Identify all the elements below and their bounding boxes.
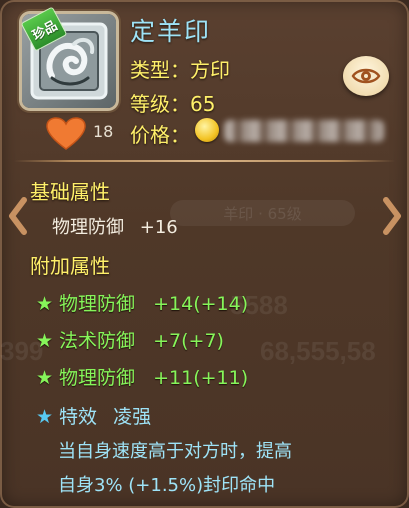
- special-label: 特效: [59, 406, 98, 428]
- star-icon: ★: [36, 406, 54, 428]
- extra-attr-name: 物理防御: [59, 367, 136, 389]
- price-row: 价格：: [130, 119, 190, 148]
- preview-eye-button[interactable]: [343, 56, 389, 96]
- item-tooltip-panel: 5588 399 68,555,58 珍品 定羊印 类型：方印 等级：65 18…: [0, 0, 409, 508]
- star-icon: ★: [36, 293, 54, 315]
- special-name: 凌强: [113, 406, 152, 428]
- level-value: 65: [190, 92, 216, 116]
- extra-attr-row: ★ 法术防御 +7(+7): [36, 326, 224, 353]
- base-attr-title: 基础属性: [30, 180, 110, 204]
- price-value-hidden: [224, 120, 384, 142]
- type-row: 类型：方印: [130, 54, 230, 83]
- watermark: 68,555,58: [260, 336, 376, 366]
- price-label: 价格：: [130, 123, 190, 147]
- extra-attr-title: 附加属性: [30, 254, 110, 278]
- item-name: 定羊印: [130, 17, 212, 46]
- likes-count: 18: [93, 122, 114, 141]
- base-attr-value: +16: [139, 217, 178, 238]
- star-icon: ★: [36, 367, 54, 389]
- type-value: 方印: [190, 58, 230, 82]
- level-label: 等级：: [130, 92, 190, 116]
- divider: [14, 160, 395, 162]
- extra-attr-value: +7(+7): [153, 330, 224, 352]
- star-icon: ★: [36, 330, 54, 352]
- coin-icon: [195, 118, 219, 142]
- ghost-selector: 羊印 · 65级: [170, 200, 355, 226]
- extra-attr-value: +11(+11): [153, 367, 249, 389]
- extra-attr-row: ★ 物理防御 +11(+11): [36, 363, 248, 390]
- extra-attr-value: +14(+14): [153, 293, 249, 315]
- level-row: 等级：65: [130, 88, 215, 117]
- special-desc-line2: 自身3% (+1.5%)封印命中: [58, 475, 276, 496]
- special-desc-line1: 当自身速度高于对方时，提高: [58, 441, 292, 462]
- type-label: 类型：: [130, 58, 190, 82]
- chevron-left-icon[interactable]: [6, 196, 30, 236]
- extra-attr-name: 法术防御: [59, 330, 136, 352]
- extra-attr-name: 物理防御: [59, 293, 136, 315]
- eye-icon: [351, 68, 381, 84]
- chevron-right-icon[interactable]: [380, 196, 404, 236]
- extra-attr-row: ★ 物理防御 +14(+14): [36, 289, 248, 316]
- base-attr-line: 物理防御 +16: [52, 213, 178, 239]
- heart-icon[interactable]: [46, 117, 86, 151]
- base-attr-name: 物理防御: [52, 217, 124, 238]
- special-effect-row: ★ 特效 凌强: [36, 402, 151, 429]
